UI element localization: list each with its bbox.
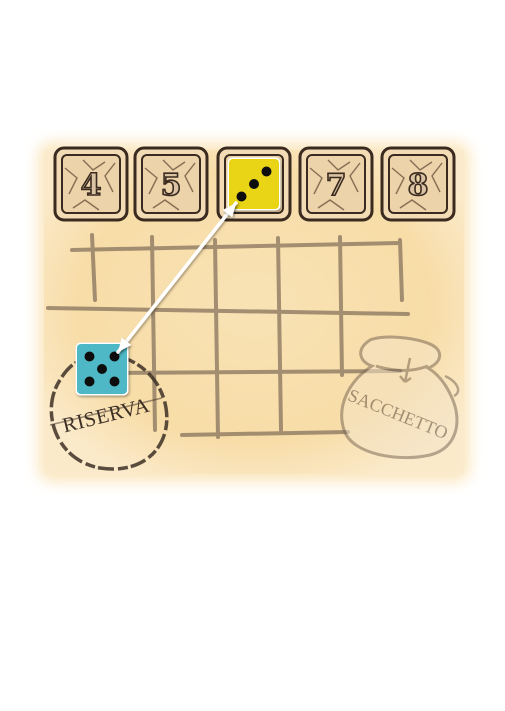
number-tile-4[interactable]: 4 bbox=[53, 146, 129, 222]
blue-die-pip bbox=[109, 376, 120, 387]
number-tile-8[interactable]: 8 bbox=[380, 146, 456, 222]
blue-die-pip bbox=[84, 376, 95, 387]
yellow-die-pip bbox=[236, 191, 247, 202]
blue-die-pip bbox=[97, 364, 107, 374]
tile-number: 4 bbox=[81, 168, 102, 203]
number-tile-7[interactable]: 7 bbox=[298, 146, 374, 222]
yellow-die-pip bbox=[261, 166, 272, 177]
tile-number: 8 bbox=[408, 168, 429, 203]
blue-die-pip bbox=[84, 351, 95, 362]
number-tile-5[interactable]: 5 bbox=[133, 146, 209, 222]
tile-number: 5 bbox=[161, 168, 182, 203]
game-scene: 4578 RISERVA SACCHETTO bbox=[38, 142, 470, 482]
number-tiles: 4 5 7 8 bbox=[53, 146, 456, 222]
tile-number: 7 bbox=[326, 168, 347, 203]
yellow-die-pip bbox=[249, 179, 259, 189]
